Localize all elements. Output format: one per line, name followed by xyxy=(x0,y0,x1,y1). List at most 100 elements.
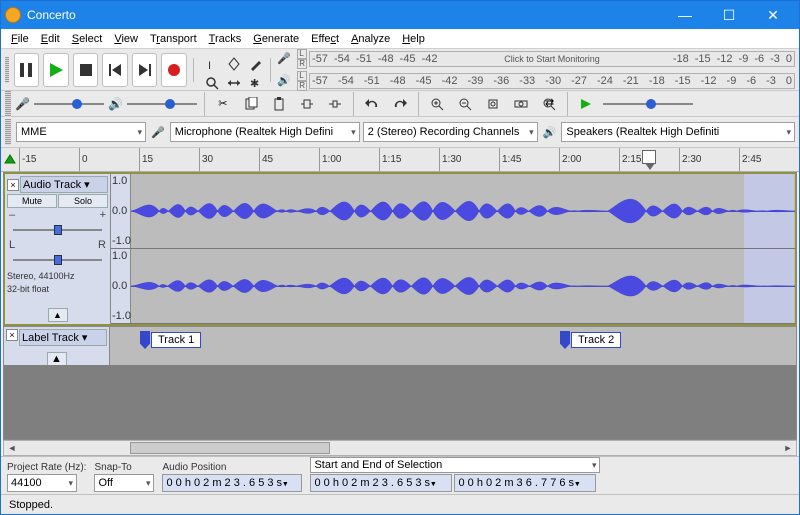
playback-volume-slider[interactable] xyxy=(127,96,197,112)
recording-channels-combo[interactable]: 2 (Stereo) Recording Channels xyxy=(363,122,538,142)
transport-toolbar: I ✱ 🎤 LR -57-54-51-48-45-42 Click to Sta… xyxy=(1,49,799,91)
maximize-button[interactable]: ☐ xyxy=(707,1,751,29)
undo-button[interactable] xyxy=(359,91,385,117)
rec-vol-icon: 🎤 xyxy=(15,97,30,111)
audio-position-label: Audio Position xyxy=(162,462,302,473)
toolbar-grip[interactable] xyxy=(5,57,9,83)
minimize-button[interactable]: — xyxy=(663,1,707,29)
menu-select[interactable]: Select xyxy=(66,31,109,47)
label-flag-icon xyxy=(560,331,570,349)
vertical-scale: 1.00.0-1.0 xyxy=(111,174,131,248)
zoom-in-button[interactable] xyxy=(424,91,450,117)
label-track-collapse-button[interactable]: ▲ xyxy=(47,352,67,366)
snap-to-combo[interactable]: Off xyxy=(94,474,154,492)
playhead-marker[interactable] xyxy=(642,150,656,164)
skip-end-button[interactable] xyxy=(132,53,158,87)
meter-hint: Click to Start Monitoring xyxy=(504,54,600,64)
toolbar-grip[interactable] xyxy=(5,91,11,117)
svg-text:⇄: ⇄ xyxy=(545,97,554,109)
solo-button[interactable]: Solo xyxy=(58,194,108,208)
toolbar-grip[interactable] xyxy=(5,119,11,145)
menu-generate[interactable]: Generate xyxy=(247,31,305,47)
menu-analyze[interactable]: Analyze xyxy=(345,31,396,47)
menu-view[interactable]: View xyxy=(108,31,144,47)
label-track-header: × Label Track ▾ ▲ xyxy=(4,327,110,365)
track-close-button[interactable]: × xyxy=(7,179,19,191)
window-title: Concerto xyxy=(27,8,663,22)
horizontal-scrollbar[interactable]: ◄ ► xyxy=(3,440,797,456)
recording-device-combo[interactable]: Microphone (Realtek High Defini xyxy=(170,122,360,142)
scroll-right-button[interactable]: ► xyxy=(780,443,796,453)
cut-button[interactable]: ✂ xyxy=(210,91,236,117)
zoom-toggle-button[interactable]: ⇄ xyxy=(536,91,562,117)
play-at-speed-button[interactable] xyxy=(573,91,599,117)
menu-effect[interactable]: Effect xyxy=(305,31,345,47)
pan-slider[interactable] xyxy=(13,254,102,266)
label-text[interactable]: Track 1 xyxy=(151,332,201,348)
play-button[interactable] xyxy=(43,53,69,87)
device-toolbar: MME 🎤 Microphone (Realtek High Defini 2 … xyxy=(1,117,799,148)
svg-text:I: I xyxy=(208,60,211,71)
audio-track: × Audio Track ▾ Mute Solo –+ LR Stereo, … xyxy=(4,173,796,325)
record-button[interactable] xyxy=(161,53,187,87)
skip-start-button[interactable] xyxy=(102,53,128,87)
svg-text:✱: ✱ xyxy=(250,78,259,90)
pinned-play-head-button[interactable] xyxy=(1,148,19,171)
zoom-out-button[interactable] xyxy=(452,91,478,117)
waveform-left[interactable]: 1.00.0-1.0 xyxy=(111,174,795,249)
redo-button[interactable] xyxy=(387,91,413,117)
menu-tracks[interactable]: Tracks xyxy=(203,31,248,47)
audio-host-combo[interactable]: MME xyxy=(16,122,146,142)
label-track-name-dropdown[interactable]: Label Track ▾ xyxy=(19,329,107,346)
mic-meter-icon[interactable]: 🎤 xyxy=(275,51,293,67)
play-vol-icon: 🔊 xyxy=(108,97,123,111)
label-track: × Label Track ▾ ▲ Track 1 Track 2 xyxy=(4,325,796,365)
playback-meter[interactable]: -57-54-51-48-45-42-39-36-33-30-27-24-21-… xyxy=(309,73,795,89)
mic-icon: 🎤 xyxy=(149,126,167,139)
gain-slider[interactable] xyxy=(13,224,102,236)
scroll-left-button[interactable]: ◄ xyxy=(4,443,20,453)
label-track-body[interactable]: Track 1 Track 2 xyxy=(110,327,796,365)
trim-button[interactable] xyxy=(294,91,320,117)
app-icon xyxy=(5,7,21,23)
waveform-right[interactable]: 1.00.0-1.0 xyxy=(111,249,795,324)
recording-volume-slider[interactable] xyxy=(34,96,104,112)
playback-device-combo[interactable]: Speakers (Realtek High Definiti xyxy=(561,122,795,142)
scrollbar-thumb[interactable] xyxy=(130,442,330,454)
speaker-icon: 🔊 xyxy=(541,126,559,139)
timeline-ruler[interactable]: -1501530451:001:151:301:452:002:152:302:… xyxy=(1,148,799,172)
fit-project-button[interactable] xyxy=(508,91,534,117)
mixer-toolbar: 🎤 🔊 ✂ ⇄ xyxy=(1,91,799,117)
paste-button[interactable] xyxy=(266,91,292,117)
menu-transport[interactable]: Transport xyxy=(144,31,203,47)
playback-speed-slider[interactable] xyxy=(603,96,693,112)
snap-to-label: Snap-To xyxy=(94,462,154,473)
mute-button[interactable]: Mute xyxy=(7,194,57,208)
menu-help[interactable]: Help xyxy=(396,31,431,47)
selection-end-field[interactable]: 0 0 h 0 2 m 3 6 . 7 7 6 s▾ xyxy=(454,474,596,492)
menu-file[interactable]: File xyxy=(5,31,35,47)
track-collapse-button[interactable]: ▲ xyxy=(48,308,68,322)
project-rate-combo[interactable]: 44100 xyxy=(7,474,77,492)
track-name-dropdown[interactable]: Audio Track ▾ xyxy=(20,176,108,193)
stop-button[interactable] xyxy=(73,53,99,87)
close-button[interactable]: ✕ xyxy=(751,1,795,29)
label-track-close-button[interactable]: × xyxy=(6,329,18,341)
fit-selection-button[interactable] xyxy=(480,91,506,117)
label-marker-1[interactable]: Track 1 xyxy=(140,331,201,349)
selection-mode-combo[interactable]: Start and End of Selection xyxy=(310,457,600,473)
recording-meter[interactable]: -57-54-51-48-45-42 Click to Start Monito… xyxy=(309,51,795,67)
title-bar: Concerto — ☐ ✕ xyxy=(1,1,799,29)
speaker-meter-icon[interactable]: 🔊 xyxy=(275,73,293,89)
track-format-info2: 32-bit float xyxy=(7,284,108,294)
copy-button[interactable] xyxy=(238,91,264,117)
label-text[interactable]: Track 2 xyxy=(571,332,621,348)
track-format-info: Stereo, 44100Hz xyxy=(7,271,108,281)
menu-edit[interactable]: Edit xyxy=(35,31,66,47)
label-marker-2[interactable]: Track 2 xyxy=(560,331,621,349)
track-control-panel: × Audio Track ▾ Mute Solo –+ LR Stereo, … xyxy=(5,174,111,324)
selection-start-field[interactable]: 0 0 h 0 2 m 2 3 . 6 5 3 s▾ xyxy=(310,474,452,492)
pause-button[interactable] xyxy=(14,53,40,87)
audio-position-field[interactable]: 0 0 h 0 2 m 2 3 . 6 5 3 s▾ xyxy=(162,474,302,492)
silence-button[interactable] xyxy=(322,91,348,117)
